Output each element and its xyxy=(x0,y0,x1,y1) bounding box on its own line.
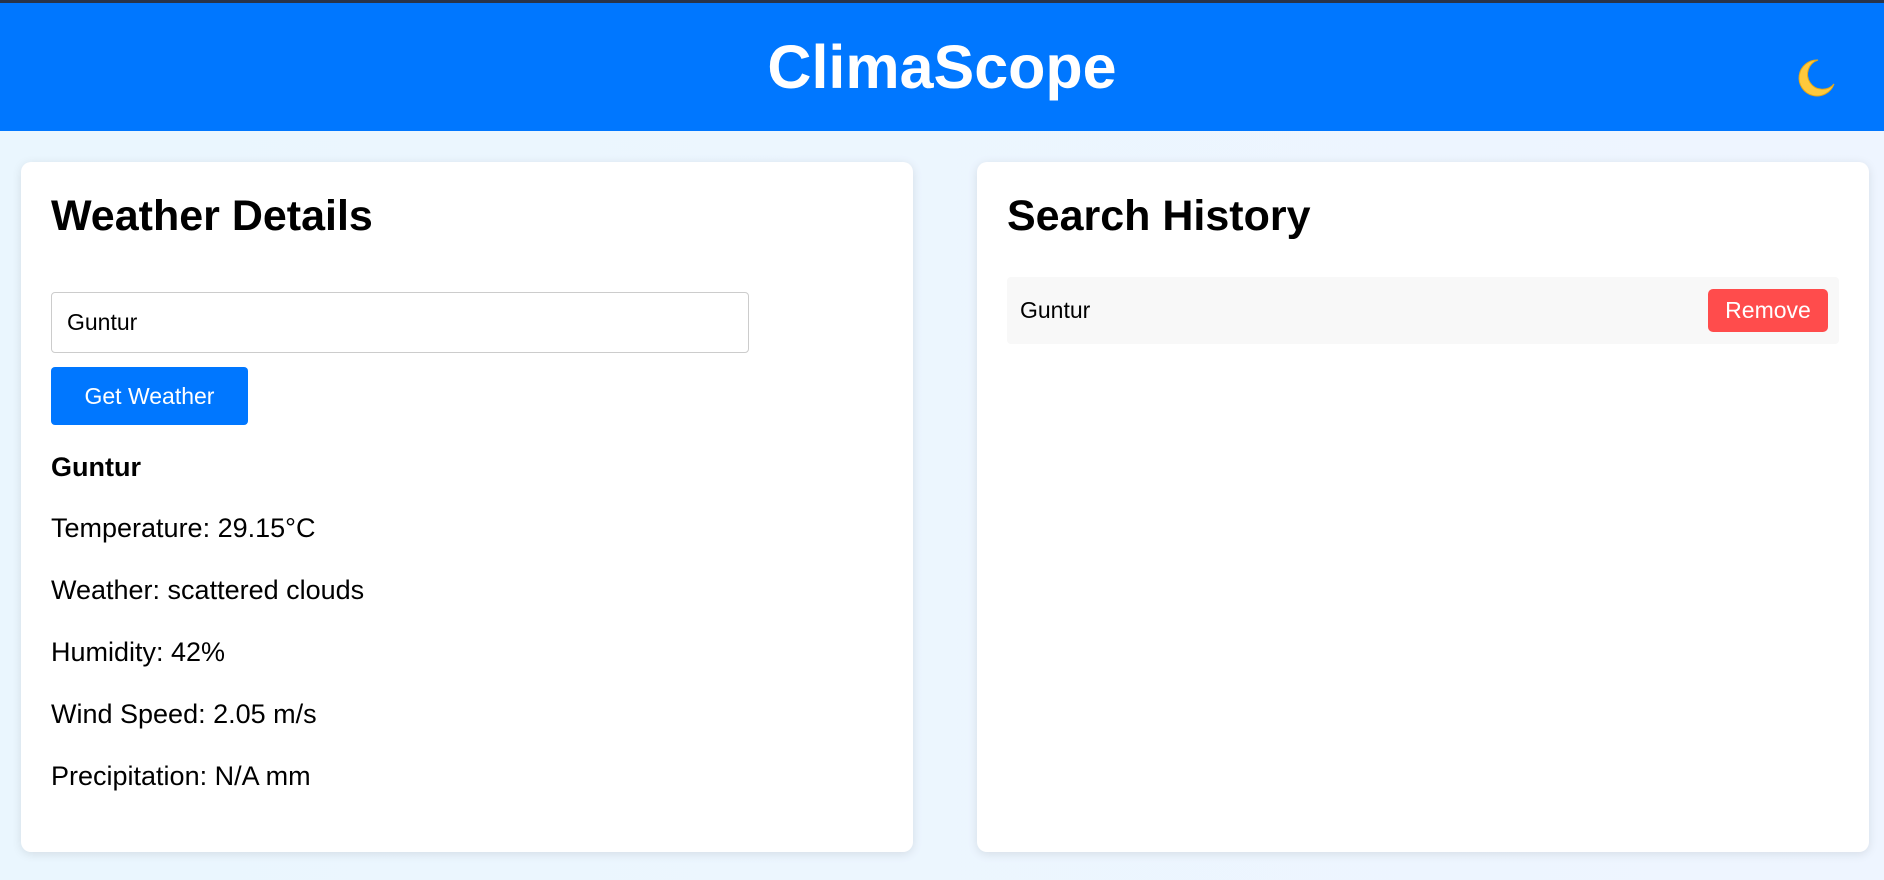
history-list-item: Guntur Remove xyxy=(1007,277,1839,344)
get-weather-button[interactable]: Get Weather xyxy=(51,367,248,425)
search-history-title: Search History xyxy=(1007,192,1311,240)
weather-details-title: Weather Details xyxy=(51,192,373,240)
temperature-text: Temperature: 29.15°C xyxy=(51,513,316,543)
history-city-name[interactable]: Guntur xyxy=(1020,277,1090,344)
theme-toggle-button[interactable] xyxy=(1790,54,1838,102)
weather-condition-text: Weather: scattered clouds xyxy=(51,575,365,605)
search-history-card: Search History Guntur Remove xyxy=(977,162,1869,852)
wind-speed-text: Wind Speed: 2.05 m/s xyxy=(51,699,317,729)
city-search-input[interactable] xyxy=(51,292,749,353)
precipitation-text: Precipitation: N/A mm xyxy=(51,761,311,791)
weather-details-card: Weather Details Get Weather Guntur Tempe… xyxy=(21,162,913,852)
app-header: ClimaScope xyxy=(0,3,1884,131)
remove-history-button[interactable]: Remove xyxy=(1708,289,1828,332)
result-city-name: Guntur xyxy=(51,452,141,482)
app-title: ClimaScope xyxy=(767,33,1117,101)
moon-icon xyxy=(1798,59,1835,97)
humidity-text: Humidity: 42% xyxy=(51,637,226,667)
